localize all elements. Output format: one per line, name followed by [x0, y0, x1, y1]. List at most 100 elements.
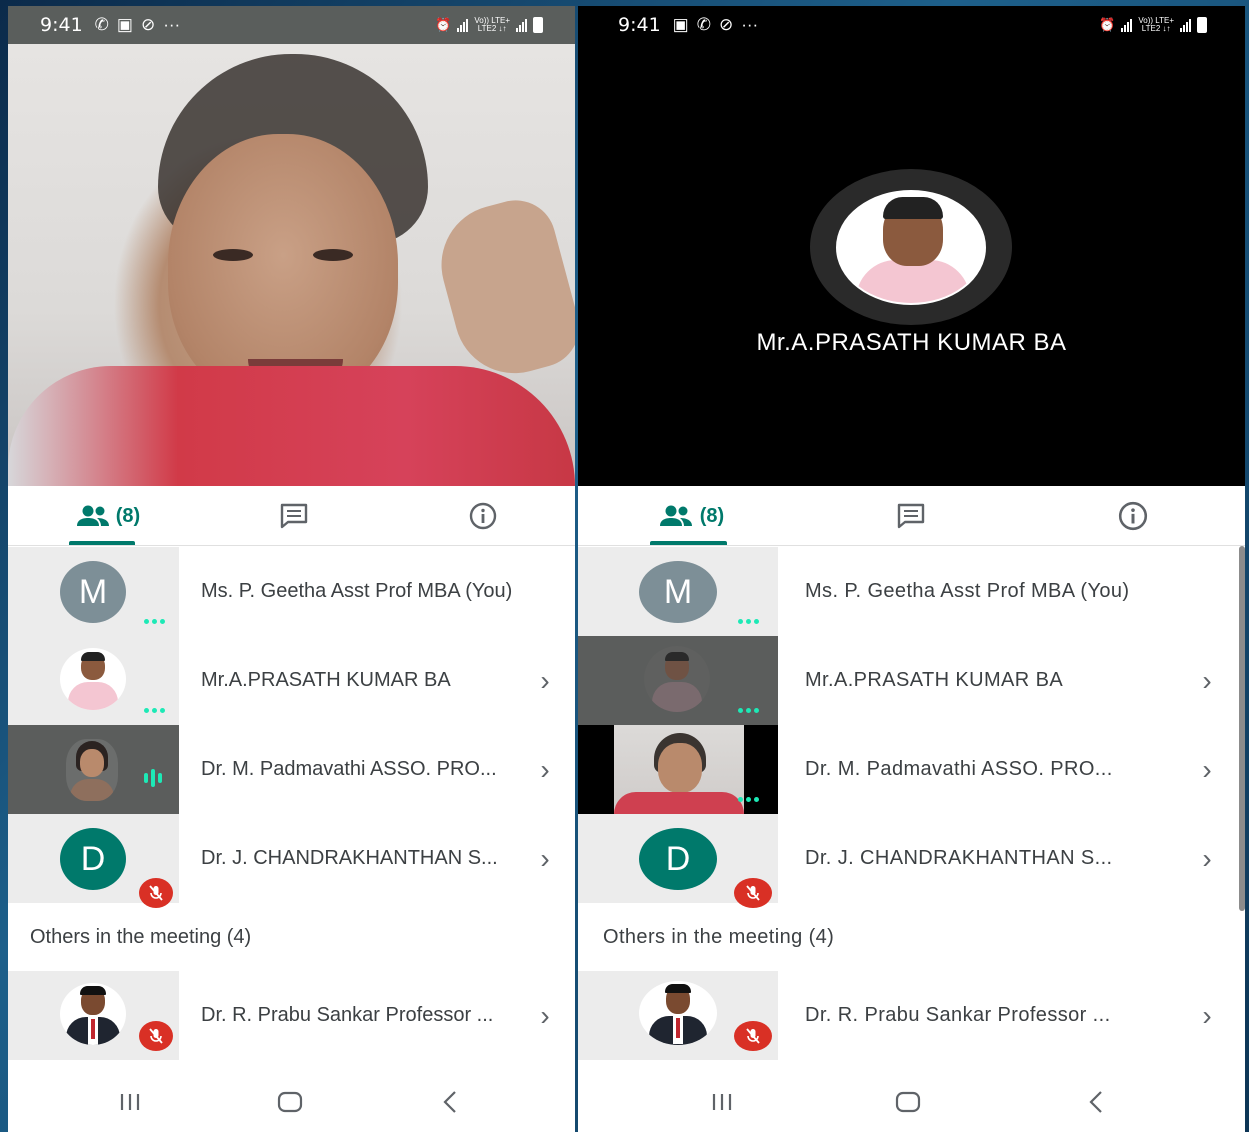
- participant-tile: M: [578, 547, 778, 636]
- signal-icon: [457, 18, 469, 32]
- tab-indicator: [650, 541, 727, 545]
- others-section-header: Others in the meeting (4): [603, 925, 835, 948]
- participant-name: Ms. P. Geetha Asst Prof MBA (You): [805, 580, 1130, 602]
- participant-name: Mr.A.PRASATH KUMAR BA: [805, 669, 1064, 691]
- chat-icon: [897, 503, 925, 529]
- status-bar: 9:41 ✆ ▣ ⊘ ··· ⏰ Vo)) LTE+ LTE2 ↓↑: [8, 6, 575, 44]
- back-icon[interactable]: [1076, 1084, 1116, 1120]
- chevron-right-icon[interactable]: ›: [1197, 843, 1217, 875]
- notification-icons: ✆ ▣ ⊘ ···: [95, 15, 181, 35]
- mic-off-icon: [139, 878, 173, 908]
- people-count: (8): [115, 504, 141, 527]
- avatar: M: [639, 561, 717, 623]
- participant-row[interactable]: Dr. R. Prabu Sankar Professor ... ›: [8, 971, 575, 1060]
- sync-icon: ⊘: [718, 15, 734, 34]
- participant-tile: M: [8, 547, 179, 636]
- network-label: Vo)) LTE+ LTE2 ↓↑: [1138, 16, 1174, 33]
- participant-list: M Ms. P. Geetha Asst Prof MBA (You) Mr.A…: [8, 547, 575, 1060]
- alarm-icon: ⏰: [1099, 17, 1116, 32]
- avatar: [644, 646, 710, 712]
- speaker-avatar: [836, 190, 986, 305]
- chevron-right-icon[interactable]: ›: [1197, 665, 1217, 697]
- participant-row[interactable]: M Ms. P. Geetha Asst Prof MBA (You): [8, 547, 575, 636]
- chevron-right-icon[interactable]: ›: [535, 1000, 555, 1032]
- more-dots-icon: [144, 708, 165, 713]
- people-count: (8): [699, 504, 725, 527]
- main-video[interactable]: [8, 44, 575, 486]
- avatar: [639, 981, 717, 1045]
- participant-row[interactable]: M Ms. P. Geetha Asst Prof MBA (You): [578, 547, 1237, 636]
- sync-icon: ⊘: [140, 15, 156, 34]
- mic-off-icon: [139, 1021, 173, 1051]
- info-icon: [469, 502, 497, 530]
- right-phone-screen: 9:41 ▣ ✆ ⊘ ··· ⏰ Vo)) LTE+ LTE2 ↓↑ Mr.A.P…: [578, 6, 1245, 1132]
- signal-icon: [1121, 18, 1133, 32]
- tab-chat[interactable]: [883, 486, 939, 546]
- video-thumbnail: [614, 725, 744, 814]
- android-nav-bar: [8, 1072, 575, 1132]
- signal-icon: [516, 18, 527, 32]
- battery-icon: [1197, 17, 1207, 33]
- back-icon[interactable]: [430, 1084, 470, 1120]
- participant-row[interactable]: Dr. M. Padmavathi ASSO. PRO... ›: [8, 725, 575, 814]
- main-video[interactable]: Mr.A.PRASATH KUMAR BA: [578, 44, 1245, 486]
- recents-icon[interactable]: [110, 1084, 150, 1120]
- home-icon[interactable]: [888, 1084, 928, 1120]
- chevron-right-icon[interactable]: ›: [535, 843, 555, 875]
- meeting-tabs: (8): [8, 486, 575, 546]
- others-section-header: Others in the meeting (4): [30, 925, 252, 948]
- participant-row[interactable]: Mr.A.PRASATH KUMAR BA ›: [578, 636, 1237, 725]
- home-icon[interactable]: [270, 1084, 310, 1120]
- recents-icon[interactable]: [702, 1084, 742, 1120]
- chevron-right-icon[interactable]: ›: [1197, 754, 1217, 786]
- participant-list: M Ms. P. Geetha Asst Prof MBA (You) Mr.A…: [578, 547, 1237, 1060]
- avatar: D: [60, 828, 126, 890]
- participant-name: Dr. J. CHANDRAKHANTHAN S...: [201, 847, 498, 869]
- participant-tile: [8, 725, 179, 814]
- tab-info[interactable]: [455, 486, 511, 546]
- whatsapp-icon: ✆: [94, 15, 109, 34]
- signal-icon: [1180, 18, 1191, 32]
- status-bar: 9:41 ▣ ✆ ⊘ ··· ⏰ Vo)) LTE+ LTE2 ↓↑: [578, 6, 1245, 44]
- tab-people[interactable]: (8): [650, 486, 732, 546]
- participant-tile: [578, 971, 778, 1060]
- participant-tile: [8, 636, 179, 725]
- tab-people[interactable]: (8): [68, 486, 148, 546]
- scrollbar[interactable]: [1239, 546, 1245, 911]
- chevron-right-icon[interactable]: ›: [535, 665, 555, 697]
- whatsapp-icon: ✆: [696, 15, 711, 34]
- avatar: M: [60, 561, 126, 623]
- participant-row[interactable]: Dr. R. Prabu Sankar Professor ... ›: [578, 971, 1237, 1060]
- more-dots-icon: [738, 619, 759, 624]
- participant-tile: [578, 636, 778, 725]
- participant-tile: D: [8, 814, 179, 908]
- people-icon: [76, 505, 109, 526]
- notification-icons: ▣ ✆ ⊘ ···: [673, 15, 759, 35]
- video-person-eye: [213, 249, 253, 261]
- people-icon: [659, 505, 692, 526]
- chevron-right-icon[interactable]: ›: [535, 754, 555, 786]
- participant-row[interactable]: Mr.A.PRASATH KUMAR BA ›: [8, 636, 575, 725]
- system-icons: ⏰ Vo)) LTE+ LTE2 ↓↑: [435, 17, 543, 33]
- participant-name: Dr. M. Padmavathi ASSO. PRO...: [201, 758, 497, 780]
- participant-tile: [8, 971, 179, 1060]
- speaking-indicator-icon: [144, 769, 162, 787]
- overflow-icon: ···: [741, 15, 759, 34]
- more-dots-icon: [738, 708, 759, 713]
- left-phone-screen: 9:41 ✆ ▣ ⊘ ··· ⏰ Vo)) LTE+ LTE2 ↓↑ (8) M…: [8, 6, 575, 1132]
- status-time: 9:41: [618, 14, 661, 36]
- participant-tile: D: [578, 814, 778, 908]
- avatar: [60, 648, 126, 710]
- participant-row[interactable]: D Dr. J. CHANDRAKHANTHAN S... ›: [8, 814, 575, 908]
- avatar: D: [639, 828, 717, 890]
- status-time: 9:41: [40, 14, 83, 36]
- avatar: [60, 983, 126, 1045]
- chevron-right-icon[interactable]: ›: [1197, 1000, 1217, 1032]
- participant-row[interactable]: D Dr. J. CHANDRAKHANTHAN S... ›: [578, 814, 1237, 908]
- tab-chat[interactable]: [266, 486, 322, 546]
- more-dots-icon: [144, 619, 165, 624]
- participant-name: Ms. P. Geetha Asst Prof MBA (You): [201, 580, 513, 602]
- participant-row[interactable]: Dr. M. Padmavathi ASSO. PRO... ›: [578, 725, 1237, 814]
- chat-icon: [280, 503, 308, 529]
- tab-info[interactable]: [1105, 486, 1161, 546]
